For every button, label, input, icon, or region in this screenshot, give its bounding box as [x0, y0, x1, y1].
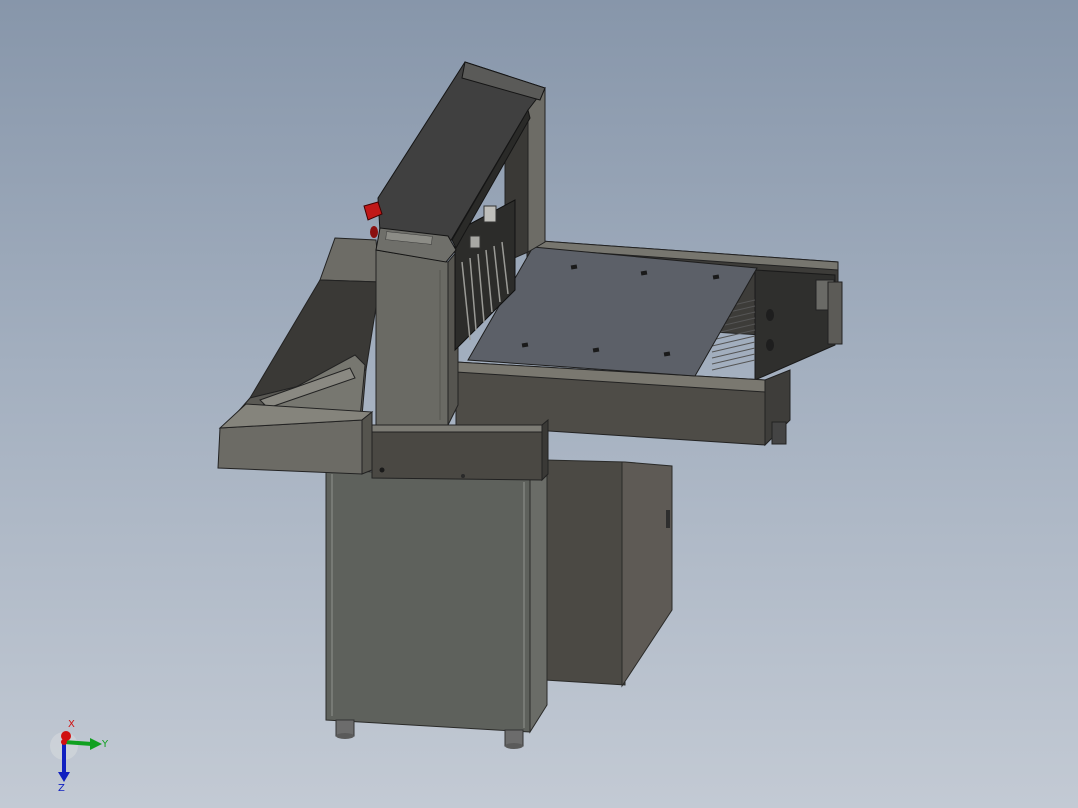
cabinet-base[interactable] [325, 459, 673, 749]
cabinet-door-handle [666, 510, 670, 528]
y-axis-label: Y [101, 739, 109, 750]
main-cabinet-front [325, 469, 531, 733]
crossbar-bolt [379, 467, 385, 473]
graphics-viewport[interactable]: X Y Z [0, 0, 1078, 808]
side-table-top [319, 237, 381, 283]
orientation-triad[interactable]: X Y Z [44, 712, 114, 792]
right-cabinet-door[interactable] [621, 461, 673, 688]
column-front [375, 249, 449, 426]
z-axis-label: Z [58, 783, 65, 792]
side-table[interactable] [217, 237, 381, 475]
front-crossbar [371, 424, 543, 481]
x-axis-label: X [68, 719, 75, 730]
rear-upright [527, 87, 546, 253]
main-cabinet-side [529, 471, 548, 734]
cad-model-paper-cutter[interactable] [0, 0, 1078, 808]
side-table-front [217, 419, 363, 475]
red-indicator [370, 226, 378, 238]
right-cabinet-side [544, 459, 626, 686]
y-axis-arrow [63, 740, 93, 746]
